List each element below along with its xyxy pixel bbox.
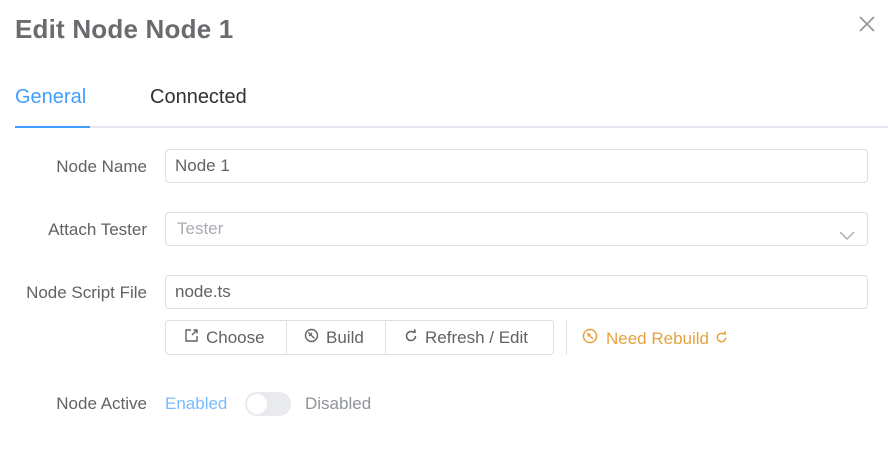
chevron-down-icon[interactable] [839,222,855,240]
build-icon [304,328,326,348]
choose-file-icon [184,328,206,348]
node-active-label: Node Active [56,394,147,413]
refresh-small-icon[interactable] [715,329,728,349]
refresh-edit-button-label: Refresh / Edit [425,327,528,347]
tab-general[interactable]: General [15,86,86,109]
need-rebuild-link[interactable]: Need Rebuild [582,328,728,349]
dialog-title: Edit Node Node 1 [15,14,234,44]
refresh-edit-button[interactable]: Refresh / Edit [385,320,554,355]
attach-tester-select[interactable]: Tester [165,212,868,246]
choose-button-label: Choose [206,327,265,347]
switch-enabled-label[interactable]: Enabled [165,394,227,414]
node-script-file-input[interactable] [165,275,868,309]
build-button[interactable]: Build [286,320,386,355]
switch-knob [247,394,267,414]
tabs-baseline [15,126,888,128]
switch-disabled-label[interactable]: Disabled [305,394,371,414]
tabs: General Connected [15,82,888,128]
active-tab-indicator [15,126,90,128]
attach-tester-placeholder: Tester [177,219,224,238]
button-divider [566,320,567,355]
node-script-file-label: Node Script File [26,283,147,302]
node-active-switch[interactable] [245,392,291,416]
build-button-label: Build [326,327,364,347]
node-name-input[interactable] [165,149,868,183]
choose-button[interactable]: Choose [165,320,287,355]
warning-icon [582,328,598,349]
need-rebuild-text: Need Rebuild [606,328,710,348]
node-name-label: Node Name [56,157,147,176]
close-icon[interactable] [856,13,878,35]
tab-connected[interactable]: Connected [150,86,247,109]
script-button-group: Choose Build Refresh / Edit [165,320,554,355]
refresh-icon [404,328,425,348]
attach-tester-label: Attach Tester [48,220,147,239]
